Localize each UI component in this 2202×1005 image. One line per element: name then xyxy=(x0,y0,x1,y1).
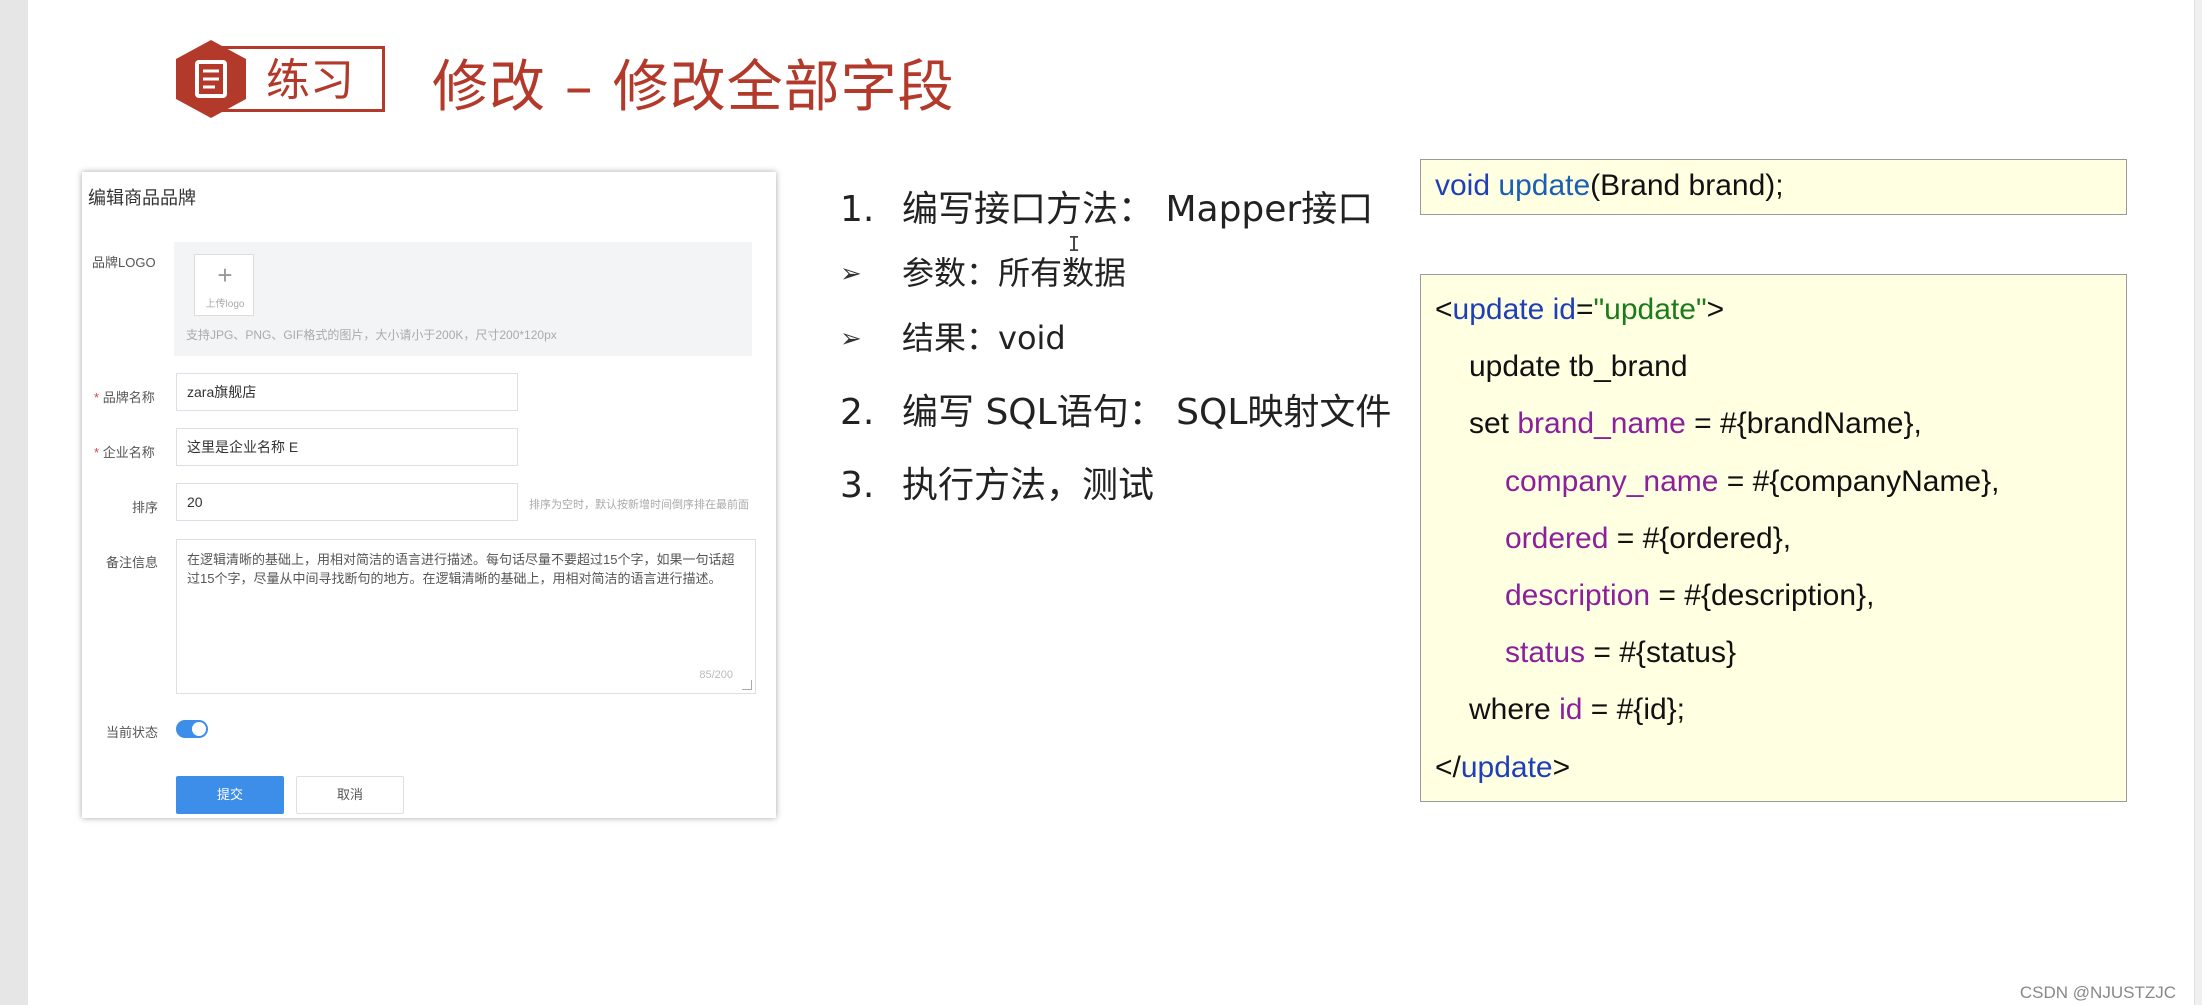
step-text: 参数：所有数据 xyxy=(902,254,1127,292)
logo-upload-area: + 上传logo 支持JPG、PNG、GIF格式的图片，大小请小于200K，尺寸… xyxy=(174,242,752,356)
sql-where: where xyxy=(1469,693,1551,727)
code-line: where id = #{id}; xyxy=(1435,693,2112,750)
xml-bracket: </ xyxy=(1435,750,1461,784)
step-3: 3. 执行方法，测试 xyxy=(840,456,1154,508)
right-scroll-strip xyxy=(2194,0,2202,1005)
xml-bracket: < xyxy=(1435,293,1453,326)
step-text: 编写接口方法： Mapper接口 xyxy=(902,189,1374,230)
order-input[interactable]: 20 xyxy=(176,483,518,521)
required-mark: * xyxy=(94,445,100,460)
column-name: ordered xyxy=(1505,521,1609,555)
step-text: 编写 SQL语句： SQL映射文件 xyxy=(902,392,1392,433)
company-name-label: * 企业名称 xyxy=(94,442,155,461)
page-title: 修改 – 修改全部字段 xyxy=(432,55,955,120)
step-text: 执行方法，测试 xyxy=(902,465,1155,506)
order-label: 排序 xyxy=(132,500,159,515)
brand-name-input[interactable]: zara旗舰店 xyxy=(176,373,518,411)
company-name-label-text: 企业名称 xyxy=(102,445,155,460)
code-line: update tb_brand xyxy=(1469,350,1688,384)
column-name: brand_name xyxy=(1517,407,1686,441)
step-number: 3. xyxy=(840,465,875,506)
toggle-knob xyxy=(192,722,206,736)
submit-button[interactable]: 提交 xyxy=(176,776,284,814)
code-line: status = #{status} xyxy=(1435,636,2112,693)
step-result: ➢ 结果：void xyxy=(840,313,1066,359)
column-value: = #{companyName}, xyxy=(1718,464,2000,498)
xml-attr: id xyxy=(1552,293,1576,326)
company-name-input[interactable]: 这里是企业名称 E xyxy=(176,428,518,466)
column-name: company_name xyxy=(1505,464,1719,498)
step-number: 2. xyxy=(840,392,875,433)
plus-icon: + xyxy=(217,260,233,290)
badge-label: 练习 xyxy=(266,55,354,106)
code-line: </update> xyxy=(1435,751,2112,808)
required-mark: * xyxy=(94,390,100,405)
char-counter: 85/200 xyxy=(699,669,733,681)
cancel-button[interactable]: 取消 xyxy=(296,776,404,814)
method-params: (Brand brand); xyxy=(1590,169,1784,202)
keyword-void: void xyxy=(1435,169,1491,202)
column-name: description xyxy=(1505,578,1651,612)
method-signature-box: void update(Brand brand); xyxy=(1420,159,2127,215)
column-name: id xyxy=(1559,693,1583,727)
code-line: <update id="update"> xyxy=(1435,293,2112,350)
description-text: 在逻辑清晰的基础上，用相对简洁的语言进行描述。每句话尽量不要超过15个字，如果一… xyxy=(187,552,735,586)
brand-name-label-text: 品牌名称 xyxy=(102,390,155,405)
method-name: update xyxy=(1498,169,1591,202)
xml-bracket: > xyxy=(1552,750,1571,784)
left-sidebar-strip xyxy=(0,0,28,1005)
upload-logo-button[interactable]: + 上传logo xyxy=(194,254,254,316)
code-line: ordered = #{ordered}, xyxy=(1435,522,2112,579)
xml-attr-value: "update" xyxy=(1593,293,1707,326)
text-cursor-icon: I xyxy=(1068,232,1081,256)
xml-eq: = xyxy=(1576,293,1594,326)
exercise-badge: 练习 xyxy=(170,38,385,118)
step-number: 1. xyxy=(840,189,875,230)
step-2: 2. 编写 SQL语句： SQL映射文件 xyxy=(840,383,1391,435)
step-param: ➢ 参数：所有数据 xyxy=(840,248,1126,294)
edit-brand-form: 编辑商品品牌 品牌LOGO + 上传logo 支持JPG、PNG、GIF格式的图… xyxy=(82,172,776,818)
order-hint: 排序为空时，默认按新增时间倒序排在最前面 xyxy=(529,499,749,511)
arrow-bullet-icon: ➢ xyxy=(840,259,862,289)
column-name: status xyxy=(1505,636,1586,670)
sql-set: set xyxy=(1469,407,1510,441)
xml-tag: update xyxy=(1460,750,1553,784)
brand-name-label: * 品牌名称 xyxy=(94,387,155,406)
xml-tag: update xyxy=(1452,293,1545,326)
resize-handle-icon[interactable] xyxy=(742,680,752,690)
upload-logo-label: 上传logo xyxy=(205,299,245,310)
upload-hint: 支持JPG、PNG、GIF格式的图片，大小请小于200K，尺寸200*120px xyxy=(186,328,557,342)
sql-mapping-box: <update id="update"> update tb_brand set… xyxy=(1420,274,2127,802)
description-textarea[interactable]: 在逻辑清晰的基础上，用相对简洁的语言进行描述。每句话尽量不要超过15个字，如果一… xyxy=(176,539,756,694)
code-line: company_name = #{companyName}, xyxy=(1435,465,2112,522)
status-toggle[interactable] xyxy=(176,720,208,738)
description-label: 备注信息 xyxy=(106,555,159,570)
form-title: 编辑商品品牌 xyxy=(88,188,196,208)
step-1: 1. 编写接口方法： Mapper接口 xyxy=(840,180,1373,232)
column-value: = #{brandName}, xyxy=(1685,407,1922,441)
xml-bracket: > xyxy=(1706,293,1725,326)
column-value: = #{status} xyxy=(1585,636,1736,670)
code-line: description = #{description}, xyxy=(1435,579,2112,636)
step-text: 结果：void xyxy=(902,319,1066,357)
arrow-bullet-icon: ➢ xyxy=(840,324,862,354)
column-value: = #{ordered}, xyxy=(1608,521,1792,555)
logo-label: 品牌LOGO xyxy=(92,255,156,270)
document-icon xyxy=(176,40,246,118)
watermark: CSDN @NJUSTZJC xyxy=(2019,983,2176,1002)
column-value: = #{description}, xyxy=(1650,578,1875,612)
column-value: = #{id}; xyxy=(1582,693,1686,727)
code-line: set brand_name = #{brandName}, xyxy=(1435,407,2112,464)
status-label: 当前状态 xyxy=(106,725,159,740)
